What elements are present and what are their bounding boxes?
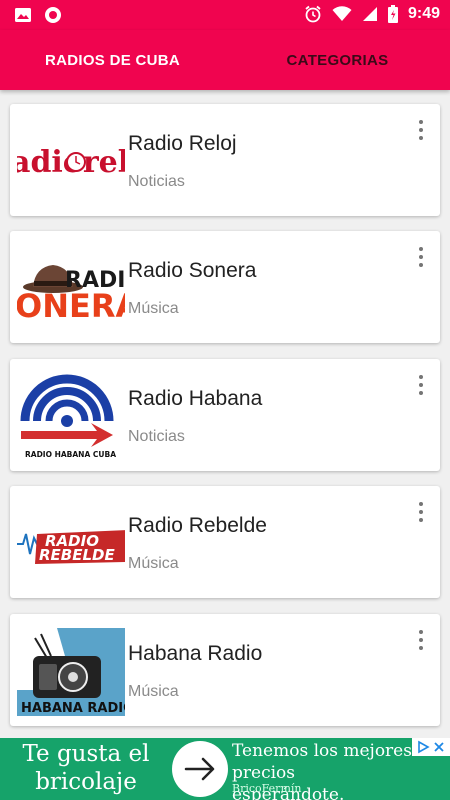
station-category: Música — [128, 683, 179, 700]
logo-text: HABANA RADIO — [21, 701, 125, 716]
status-time: 9:49 — [407, 5, 440, 22]
radio-sonera-logo: RADIO ONERA — [17, 245, 125, 333]
image-icon — [15, 8, 31, 22]
alarm-icon — [305, 5, 321, 23]
more-vert-icon[interactable] — [414, 500, 428, 524]
wifi-icon — [332, 6, 352, 21]
adchoices-icon[interactable] — [416, 740, 430, 754]
station-name: Radio Reloj — [128, 132, 237, 155]
more-vert-icon[interactable] — [414, 373, 428, 397]
battery-icon — [387, 5, 398, 23]
station-card-radio-rebelde[interactable]: RADIO REBELDE Radio Rebelde Música — [10, 486, 440, 598]
radio-reloj-logo: adioreloj — [17, 118, 125, 206]
station-card-habana-radio[interactable]: HABANA RADIO Habana Radio Música — [10, 614, 440, 726]
station-card-radio-habana[interactable]: RADIO HABANA CUBA Radio Habana Noticias — [10, 359, 440, 471]
more-vert-icon[interactable] — [414, 245, 428, 269]
more-vert-icon[interactable] — [414, 628, 428, 652]
station-category: Noticias — [128, 173, 185, 190]
station-card-radio-reloj[interactable]: adioreloj Radio Reloj Noticias — [10, 104, 440, 216]
ad-banner[interactable]: Te gusta el bricolaje Tenemos los mejore… — [0, 738, 450, 800]
habana-radio-logo: HABANA RADIO — [17, 628, 125, 716]
close-icon[interactable] — [432, 740, 446, 754]
logo-text-bottom: REBELDE — [39, 546, 115, 564]
record-icon — [45, 7, 61, 23]
ad-left-text: Te gusta el bricolaje — [22, 741, 150, 795]
ad-controls — [412, 738, 450, 756]
station-name: Radio Rebelde — [128, 514, 267, 537]
more-vert-icon[interactable] — [414, 118, 428, 142]
station-category: Música — [128, 300, 179, 317]
arrow-right-icon[interactable] — [172, 741, 228, 797]
radio-habana-logo: RADIO HABANA CUBA — [17, 373, 125, 461]
station-name: Radio Sonera — [128, 259, 257, 282]
ad-sponsor: BricoFermín — [232, 782, 302, 795]
tab-categorias[interactable]: CATEGORIAS — [225, 30, 450, 90]
station-list[interactable]: adioreloj Radio Reloj Noticias RADIO ONE… — [0, 90, 450, 738]
logo-text-bottom: ONERA — [17, 287, 125, 325]
tab-radios-de-cuba[interactable]: RADIOS DE CUBA — [0, 30, 225, 90]
tab-bar: RADIOS DE CUBA CATEGORIAS — [0, 30, 450, 90]
app-root: 9:49 RADIOS DE CUBA CATEGORIAS adioreloj… — [0, 0, 450, 800]
radio-rebelde-logo: RADIO REBELDE — [17, 500, 125, 588]
station-name: Habana Radio — [128, 642, 263, 665]
station-category: Música — [128, 555, 179, 572]
status-bar: 9:49 — [0, 0, 450, 30]
station-card-radio-sonera[interactable]: RADIO ONERA Radio Sonera Música — [10, 231, 440, 343]
logo-text: RADIO HABANA CUBA — [25, 450, 116, 459]
station-category: Noticias — [128, 428, 185, 445]
signal-icon — [362, 7, 377, 21]
station-name: Radio Habana — [128, 387, 263, 410]
